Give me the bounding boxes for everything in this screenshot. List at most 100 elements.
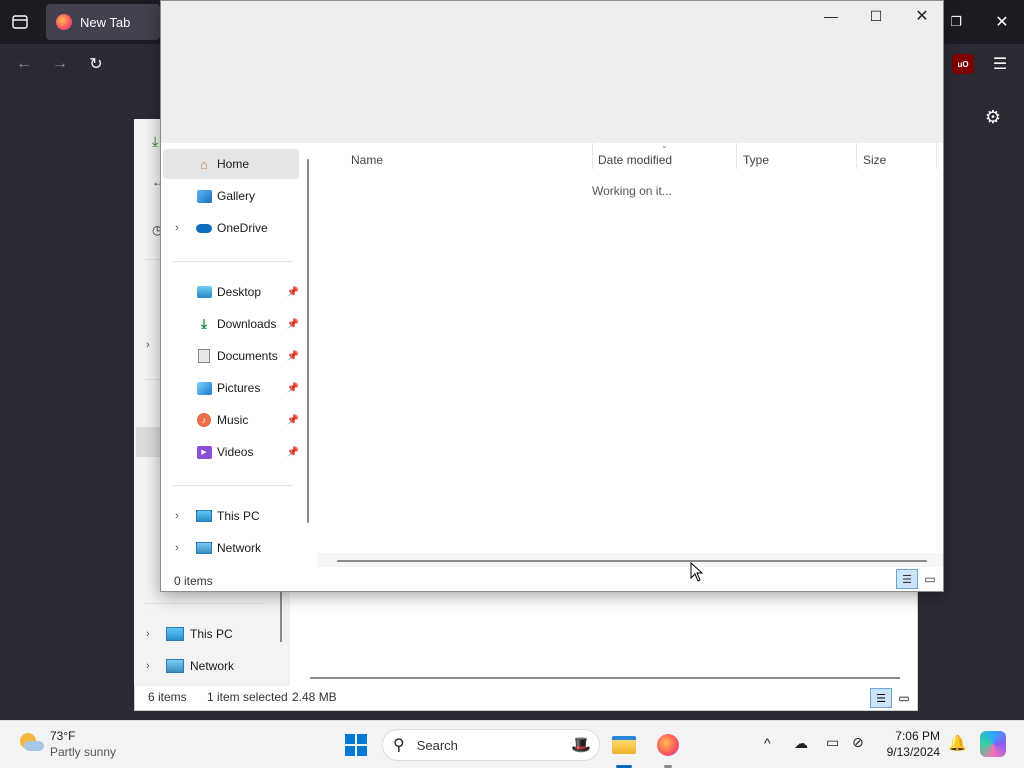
chevron-right-icon[interactable]: ›: [175, 510, 179, 522]
file-explorer-icon[interactable]: [608, 729, 640, 761]
bg-status-items: 6 items: [148, 690, 187, 704]
nav-label: Music: [217, 413, 249, 427]
column-header-date-modified[interactable]: Date modified: [598, 149, 672, 171]
taskbar-clock-time[interactable]: 7:06 PM: [884, 729, 940, 743]
nav-item-music[interactable]: ♪ Music 📌: [163, 405, 299, 435]
videos-icon: ▶: [195, 444, 213, 460]
nav-label: OneDrive: [217, 221, 268, 235]
this-pc-icon: [166, 627, 184, 641]
taskbar-clock-date[interactable]: 9/13/2024: [884, 745, 940, 759]
show-hidden-icons-chevron-icon[interactable]: ^: [764, 735, 771, 751]
pictures-icon: [195, 380, 213, 396]
tab-list-icon[interactable]: [8, 10, 32, 34]
nav-item-videos[interactable]: ▶ Videos 📌: [163, 437, 299, 467]
nav-label: Videos: [217, 445, 254, 459]
nav-label: This PC: [217, 509, 260, 523]
bg-status-selected: 1 item selected: [207, 690, 288, 704]
nav-item-desktop[interactable]: Desktop 📌: [163, 277, 299, 307]
expand-chevron-icon[interactable]: ›: [146, 339, 150, 351]
windows-start-icon[interactable]: [340, 729, 372, 761]
nav-item-this-pc[interactable]: › This PC: [163, 501, 299, 531]
copilot-icon[interactable]: [980, 731, 1006, 757]
nav-item-onedrive[interactable]: › OneDrive: [163, 213, 299, 243]
forward-icon[interactable]: →: [48, 52, 72, 76]
pin-icon: 📌: [286, 350, 299, 362]
bg-details-view-icon[interactable]: ☰: [870, 688, 892, 708]
dialog-navigation-pane: ⌂ Home Gallery › OneDrive Desktop 📌 ⤓ Do…: [161, 143, 307, 568]
close-window-icon[interactable]: ✕: [990, 10, 1014, 34]
nav-item-documents[interactable]: Documents 📌: [163, 341, 299, 371]
bg-status-size: 2.48 MB: [292, 690, 337, 704]
pin-icon: 📌: [286, 382, 299, 394]
search-label: Search: [416, 737, 458, 753]
bg-nav-label: This PC: [190, 627, 233, 641]
chevron-right-icon[interactable]: ›: [175, 542, 179, 554]
chevron-right-icon: ›: [146, 660, 150, 672]
menu-icon[interactable]: ☰: [988, 52, 1012, 76]
chevron-right-icon[interactable]: ›: [175, 222, 179, 234]
bg-nav-label: Network: [190, 659, 235, 673]
nav-item-gallery[interactable]: Gallery: [163, 181, 299, 211]
nav-label: Network: [217, 541, 262, 555]
status-item-count: 0 items: [174, 574, 213, 588]
column-header-size[interactable]: Size: [863, 149, 886, 171]
horizontal-scrollbar-thumb[interactable]: [337, 560, 927, 562]
selected-item-highlight: [136, 427, 160, 457]
nav-label: Documents: [217, 349, 278, 363]
restore-window-icon[interactable]: ❐: [944, 10, 968, 34]
settings-gear-icon[interactable]: ⚙: [980, 104, 1006, 130]
notification-bell-icon[interactable]: 🔔: [948, 734, 967, 752]
gallery-icon: [195, 188, 213, 204]
nav-label: Home: [217, 157, 250, 171]
dialog-title-bar: — ☐ ✕: [161, 1, 943, 143]
bg-nav-item-network[interactable]: › Network: [134, 651, 290, 681]
network-icon: [166, 659, 184, 673]
network-icon: [195, 540, 213, 556]
nav-label: Gallery: [217, 189, 256, 203]
cloud-icon: [195, 220, 213, 236]
pin-icon: 📌: [286, 446, 299, 458]
tiles-view-icon[interactable]: ▭: [920, 569, 940, 589]
download-icon: ⤓: [201, 316, 207, 331]
ublock-extension-icon[interactable]: uO: [952, 54, 974, 74]
nav-item-downloads[interactable]: ⤓ Downloads 📌: [163, 309, 299, 339]
nav-item-network[interactable]: › Network: [163, 533, 299, 563]
weather-partly-sunny-icon[interactable]: [18, 731, 46, 759]
network-status-icon[interactable]: ⊘: [852, 734, 864, 751]
reload-icon[interactable]: ↻: [84, 52, 108, 76]
bg-nav-divider[interactable]: [280, 592, 282, 642]
nav-pane-splitter[interactable]: [307, 159, 309, 523]
taskbar-search-box[interactable]: ⚲ Search 🎩: [382, 729, 600, 761]
back-icon[interactable]: ←: [12, 52, 36, 76]
weather-description[interactable]: Partly sunny: [50, 745, 116, 759]
file-dialog-window: — ☐ ✕ ⌂ Home Gallery › OneDrive Desktop …: [160, 0, 944, 592]
mouse-cursor-icon: [690, 561, 704, 587]
firefox-taskbar-icon[interactable]: [652, 729, 684, 761]
onedrive-offline-icon[interactable]: ☁: [794, 735, 808, 752]
home-icon: ⌂: [200, 156, 208, 172]
bg-nav-item-this-pc[interactable]: › This PC: [134, 619, 290, 649]
music-icon: ♪: [195, 412, 213, 428]
minimize-icon[interactable]: —: [808, 1, 854, 31]
download-icon: ⤓: [152, 133, 159, 149]
bg-tiles-view-icon[interactable]: ▭: [894, 688, 914, 708]
nav-label: Desktop: [217, 285, 262, 299]
nav-item-home[interactable]: ⌂ Home: [163, 149, 299, 179]
column-header-type[interactable]: Type: [743, 149, 769, 171]
bg-horizontal-scrollbar[interactable]: [310, 677, 900, 679]
close-icon[interactable]: ✕: [899, 1, 945, 31]
loading-message: Working on it...: [592, 184, 672, 198]
firefox-tab-new-tab[interactable]: New Tab: [46, 4, 160, 40]
nav-label: Pictures: [217, 381, 261, 395]
details-view-icon[interactable]: ☰: [896, 569, 918, 589]
tab-title: New Tab: [80, 14, 131, 30]
display-icon[interactable]: ▭: [826, 734, 839, 751]
maximize-icon[interactable]: ☐: [853, 1, 899, 31]
windows-taskbar: 73°F Partly sunny ⚲ Search 🎩 ^ ☁ ▭ ⊘ 7:0…: [0, 720, 1024, 768]
chevron-right-icon: ›: [146, 628, 150, 640]
pin-icon: 📌: [286, 318, 299, 330]
firefox-logo-icon: [56, 14, 72, 30]
weather-temperature[interactable]: 73°F: [50, 729, 75, 743]
nav-item-pictures[interactable]: Pictures 📌: [163, 373, 299, 403]
column-header-name[interactable]: Name: [351, 149, 383, 171]
